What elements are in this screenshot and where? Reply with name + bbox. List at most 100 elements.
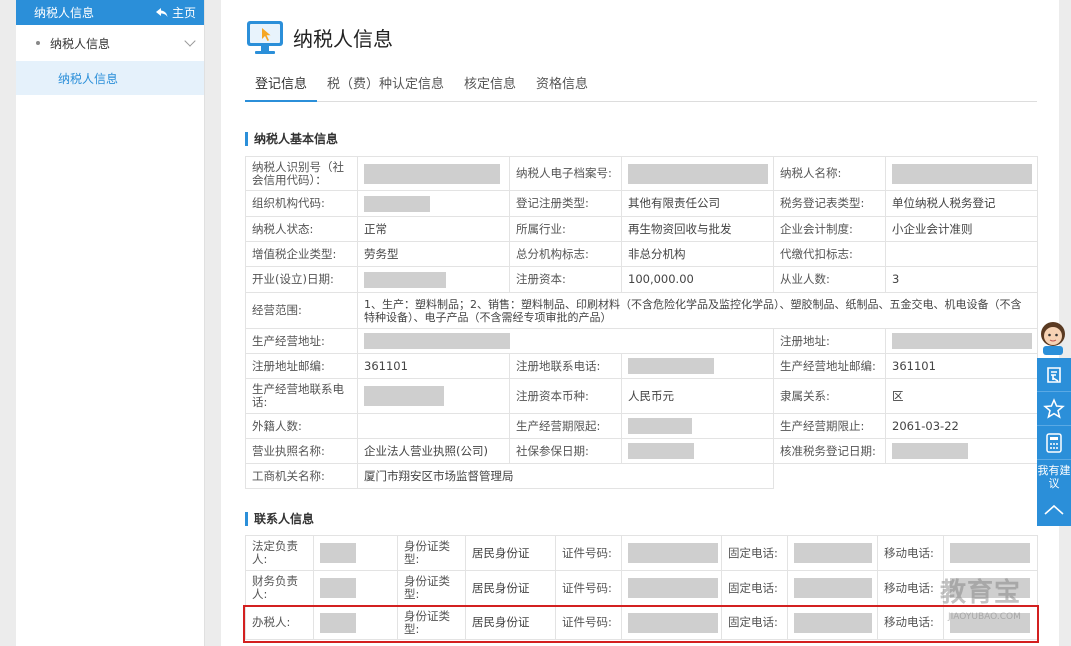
sidebar-group-taxpayer[interactable]: 纳税人信息 xyxy=(16,25,204,61)
tab-registration[interactable]: 登记信息 xyxy=(245,68,318,102)
main-panel: 纳税人信息 登记信息 税（费）种认定信息 核定信息 资格信息 纳税人基本信息 纳… xyxy=(221,0,1059,646)
table-row: 组织机构代码: 登记注册类型: 其他有限责任公司 税务登记表类型: 单位纳税人税… xyxy=(245,190,1038,217)
redacted-mask xyxy=(794,578,872,598)
label-id-type: 身份证类型: xyxy=(397,535,466,571)
redacted-mask xyxy=(364,195,430,212)
redacted-mask xyxy=(628,443,694,459)
value-term-end: 2061-03-22 xyxy=(885,413,1038,439)
contact-id-no xyxy=(621,535,722,571)
label-id-type: 身份证类型: xyxy=(397,570,466,606)
label-fixed-phone: 固定电话: xyxy=(721,570,788,606)
value-scope: 1、生产：塑料制品；2、销售：塑料制品、印刷材料（不含危险化学品及监控化学品）、… xyxy=(357,292,1038,329)
calculator-button[interactable] xyxy=(1037,426,1071,460)
value-reg-type: 其他有限责任公司 xyxy=(621,190,774,217)
label-employees: 从业人数: xyxy=(773,266,886,293)
table-row: 经营范围: 1、生产：塑料制品；2、销售：塑料制品、印刷材料（不含危险化学品及监… xyxy=(245,292,1038,329)
feedback-button[interactable] xyxy=(1037,358,1071,392)
label-mobile: 移动电话: xyxy=(877,570,944,606)
empty-cell xyxy=(886,464,1038,489)
label-status: 纳税人状态: xyxy=(245,216,358,242)
label-affiliation: 隶属关系: xyxy=(773,378,886,414)
table-row: 营业执照名称: 企业法人营业执照(公司) 社保参保日期: 核准税务登记日期: xyxy=(245,438,1038,464)
label-license: 营业执照名称: xyxy=(245,438,358,464)
sidebar-header: 纳税人信息 主页 xyxy=(16,0,204,25)
value-reg-addr xyxy=(885,328,1038,354)
table-row: 纳税人识别号（社会信用代码）： 纳税人电子档案号: 纳税人名称: xyxy=(245,156,1038,191)
tab-tax-types[interactable]: 税（费）种认定信息 xyxy=(317,68,454,102)
value-status: 正常 xyxy=(357,216,510,242)
label-currency: 注册资本币种: xyxy=(509,378,622,414)
value-industry: 再生物资回收与批发 xyxy=(621,216,774,242)
home-link[interactable]: 主页 xyxy=(155,4,196,21)
value-withhold-flag xyxy=(885,241,1038,267)
label-industry: 所属行业: xyxy=(509,216,622,242)
label-id-no: 证件号码: xyxy=(555,570,622,606)
label-e-archive: 纳税人电子档案号: xyxy=(509,156,622,191)
tab-qualification[interactable]: 资格信息 xyxy=(526,68,598,102)
table-row: 增值税企业类型: 劳务型 总分机构标志: 非总分机构 代缴代扣标志: xyxy=(245,241,1038,267)
value-currency: 人民币元 xyxy=(621,378,774,414)
label-mobile: 移动电话: xyxy=(877,535,944,571)
float-toolbar: 我有建议 xyxy=(1037,358,1071,526)
table-row: 外籍人数: 生产经营期限起: 生产经营期限止: 2061-03-22 xyxy=(245,413,1038,439)
label-term-end: 生产经营期限止: xyxy=(773,413,886,439)
label-reg-addr: 注册地址: xyxy=(773,328,886,354)
star-icon xyxy=(1043,397,1065,419)
value-tin xyxy=(357,156,510,191)
value-branch-flag: 非总分机构 xyxy=(621,241,774,267)
contact-role: 法定负责人: xyxy=(245,535,314,571)
redacted-mask xyxy=(892,443,968,459)
page-header: 纳税人信息 xyxy=(245,18,393,56)
contact-id-no xyxy=(621,570,722,606)
redacted-mask xyxy=(364,333,510,349)
suggestion-button[interactable]: 我有建议 xyxy=(1037,460,1071,496)
redacted-mask xyxy=(892,333,1032,349)
table-row: 生产经营地址: 注册地址: xyxy=(245,328,1038,354)
value-e-archive xyxy=(621,156,774,191)
tab-assessment[interactable]: 核定信息 xyxy=(454,68,526,102)
redacted-mask xyxy=(364,163,500,184)
label-authority: 工商机关名称: xyxy=(245,463,358,489)
value-insure-date xyxy=(621,438,774,464)
label-id-no: 证件号码: xyxy=(555,535,622,571)
table-row: 财务负责人: 身份证类型: 居民身份证 证件号码: 固定电话: 移动电话: xyxy=(245,570,1038,606)
value-vat-type: 劳务型 xyxy=(357,241,510,267)
redacted-mask xyxy=(794,543,872,563)
value-biz-phone xyxy=(357,378,510,414)
redacted-mask xyxy=(628,418,692,434)
label-withhold-flag: 代缴代扣标志: xyxy=(773,241,886,267)
label-reg-zip: 注册地址邮编: xyxy=(245,353,358,379)
favorite-button[interactable] xyxy=(1037,392,1071,426)
value-reg-zip: 361101 xyxy=(357,353,510,379)
section-title-basic: 纳税人基本信息 xyxy=(245,132,338,146)
service-avatar-icon[interactable] xyxy=(1037,318,1069,356)
label-branch-flag: 总分机构标志: xyxy=(509,241,622,267)
sidebar-item-taxpayer-info[interactable]: 纳税人信息 xyxy=(16,61,204,95)
value-org-code xyxy=(357,190,510,217)
value-employees: 3 xyxy=(885,266,1038,293)
redacted-mask xyxy=(892,163,1032,184)
label-tin: 纳税人识别号（社会信用代码）： xyxy=(245,156,358,191)
sidebar-item-label: 纳税人信息 xyxy=(58,71,119,86)
home-link-label: 主页 xyxy=(171,6,196,20)
value-reg-phone xyxy=(621,353,774,379)
table-row: 工商机关名称: 厦门市翔安区市场监督管理局 xyxy=(245,463,1038,489)
label-capital: 注册资本: xyxy=(509,266,622,293)
value-capital: 100,000.00 xyxy=(621,266,774,293)
redacted-mask xyxy=(628,543,718,563)
label-org-code: 组织机构代码: xyxy=(245,190,358,217)
back-to-top-button[interactable] xyxy=(1037,496,1071,524)
contact-role: 财务负责人: xyxy=(245,570,314,606)
contact-id-type: 居民身份证 xyxy=(465,535,556,571)
watermark-text: 教育宝 xyxy=(940,578,1022,608)
value-term-start xyxy=(621,413,774,439)
chevron-down-icon xyxy=(184,35,196,47)
empty-cell xyxy=(774,464,886,489)
calculator-icon xyxy=(1046,432,1062,453)
label-form-type: 税务登记表类型: xyxy=(773,190,886,217)
label-accounting: 企业会计制度: xyxy=(773,216,886,242)
table-row: 法定负责人: 身份证类型: 居民身份证 证件号码: 固定电话: 移动电话: xyxy=(245,535,1038,571)
value-open-date xyxy=(357,266,510,293)
app-root: 纳税人信息 主页 纳税人信息 纳税人信息 纳税人信息 登记信息 税（费）种认定信… xyxy=(0,0,1071,646)
contact-id-type: 居民身份证 xyxy=(465,570,556,606)
